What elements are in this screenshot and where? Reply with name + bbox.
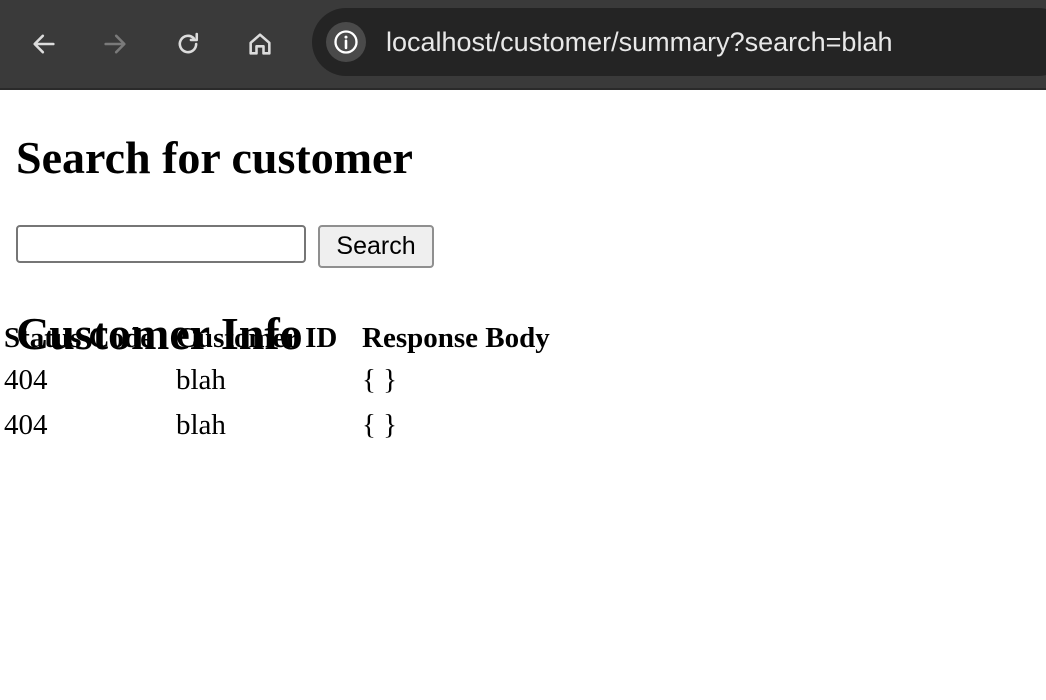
site-info-button[interactable] <box>326 22 366 62</box>
forward-icon <box>104 34 126 54</box>
site-info-icon <box>334 30 358 54</box>
table-row: 404 blah { } <box>4 358 550 403</box>
cell-customer-id: blah <box>176 364 226 396</box>
cell-response-body: { } <box>362 409 398 441</box>
cell-customer-id: blah <box>176 409 226 441</box>
table-header-row: Status Code Customer ID Response Body <box>4 318 550 358</box>
search-input[interactable] <box>16 225 306 263</box>
address-bar[interactable]: localhost/customer/summary?search=blah <box>312 8 1046 76</box>
search-button[interactable]: Search <box>318 225 434 268</box>
url-text[interactable]: localhost/customer/summary?search=blah <box>386 25 892 59</box>
header-status-code: Status Code <box>4 322 154 354</box>
home-icon <box>249 33 271 55</box>
back-icon <box>33 34 55 54</box>
search-heading: Search for customer <box>16 132 413 183</box>
home-button[interactable] <box>238 22 282 66</box>
reload-icon <box>178 32 199 54</box>
browser-toolbar: localhost/customer/summary?search=blah <box>0 0 1046 90</box>
cell-status-code: 404 <box>4 409 48 441</box>
header-response-body: Response Body <box>362 322 550 354</box>
reload-button[interactable] <box>166 22 210 66</box>
cell-status-code: 404 <box>4 364 48 396</box>
back-button[interactable] <box>22 22 66 66</box>
customer-table: Status Code Customer ID Response Body 40… <box>4 318 550 448</box>
cell-response-body: { } <box>362 364 398 396</box>
table-row: 404 blah { } <box>4 403 550 448</box>
header-customer-id: Customer ID <box>176 322 338 354</box>
forward-button[interactable] <box>93 22 137 66</box>
